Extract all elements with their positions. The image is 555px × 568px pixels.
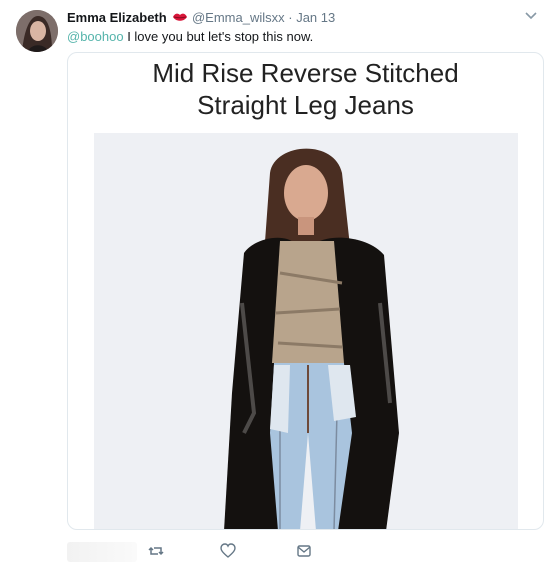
heart-icon[interactable]: [219, 542, 237, 560]
user-handle[interactable]: @Emma_wilsxx: [192, 10, 285, 25]
tweet-text: @boohoo I love you but let's stop this n…: [67, 28, 313, 46]
product-title: Mid Rise Reverse Stitched Straight Leg J…: [68, 57, 543, 121]
avatar-image: [16, 10, 58, 52]
lips-emoji-icon: [173, 13, 188, 21]
display-name[interactable]: Emma Elizabeth: [67, 10, 167, 25]
media-card[interactable]: Mid Rise Reverse Stitched Straight Leg J…: [67, 52, 544, 530]
tweet: Emma Elizabeth @Emma_wilsxx · Jan 13 @bo…: [0, 0, 555, 568]
retweet-icon[interactable]: [147, 542, 165, 560]
tweet-body: I love you but let's stop this now.: [123, 29, 314, 44]
product-title-line-2: Straight Leg Jeans: [197, 90, 414, 120]
separator-dot: ·: [288, 10, 293, 25]
tweet-date[interactable]: Jan 13: [296, 10, 335, 25]
product-title-line-1: Mid Rise Reverse Stitched: [152, 58, 459, 88]
tweet-actions: [67, 538, 367, 562]
avatar[interactable]: [16, 10, 58, 52]
model-illustration: [94, 133, 518, 529]
tweet-header: Emma Elizabeth @Emma_wilsxx · Jan 13: [67, 9, 525, 27]
chevron-down-icon[interactable]: [525, 12, 537, 20]
envelope-icon[interactable]: [295, 542, 313, 560]
product-photo: [94, 133, 518, 529]
mention-link[interactable]: @boohoo: [67, 29, 124, 44]
reply-area[interactable]: [67, 542, 137, 562]
